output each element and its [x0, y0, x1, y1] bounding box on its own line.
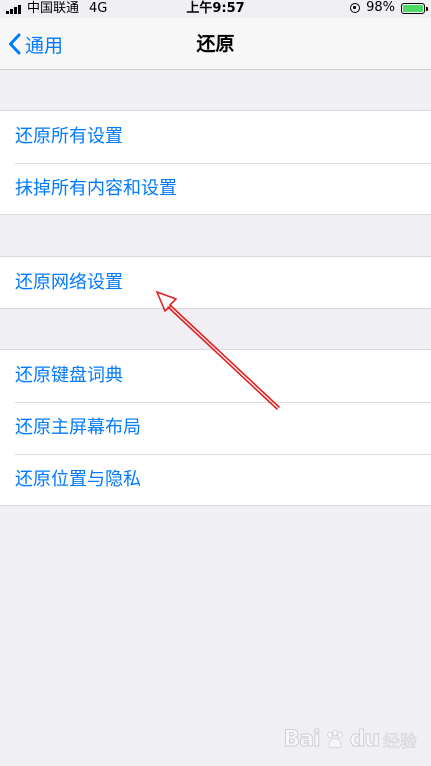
orientation-lock-icon: [350, 3, 361, 13]
reset-group-3: 还原键盘词典 还原主屏幕布局 还原位置与隐私: [0, 349, 431, 506]
navigation-bar: 通用 还原: [0, 18, 431, 70]
carrier-name: 中国联通: [27, 1, 80, 16]
baidu-watermark: Bai du 经验: [283, 727, 418, 753]
network-type: 4G: [89, 1, 108, 16]
erase-all-content-and-settings[interactable]: 抹掉所有内容和设置: [0, 163, 431, 215]
watermark-brand-suffix: du: [349, 727, 380, 753]
page-title: 还原: [196, 33, 235, 55]
back-button[interactable]: 通用: [8, 30, 63, 58]
reset-all-settings[interactable]: 还原所有设置: [0, 111, 431, 163]
status-right: 98%: [350, 0, 428, 16]
reset-keyboard-dictionary[interactable]: 还原键盘词典: [0, 350, 431, 402]
reset-group-2: 还原网络设置: [0, 256, 431, 309]
back-button-label: 通用: [25, 34, 64, 57]
battery-fill: [403, 4, 423, 12]
battery-percentage: 98%: [366, 0, 395, 15]
reset-location-and-privacy[interactable]: 还原位置与隐私: [0, 454, 431, 506]
reset-group-1: 还原所有设置 抹掉所有内容和设置: [0, 110, 431, 215]
status-bar: 中国联通 4G 上午9:57 98%: [0, 0, 431, 18]
status-time: 上午9:57: [186, 1, 245, 16]
paw-icon: [326, 729, 343, 748]
chevron-left-icon: [9, 33, 21, 55]
status-left: 中国联通 4G: [6, 1, 107, 17]
battery-icon: [401, 2, 428, 14]
reset-home-screen-layout[interactable]: 还原主屏幕布局: [0, 402, 431, 454]
reset-network-settings[interactable]: 还原网络设置: [0, 257, 431, 309]
watermark-brand: Bai: [283, 727, 321, 753]
signal-strength-icon: [6, 4, 21, 14]
watermark-sub: 经验: [383, 732, 418, 753]
